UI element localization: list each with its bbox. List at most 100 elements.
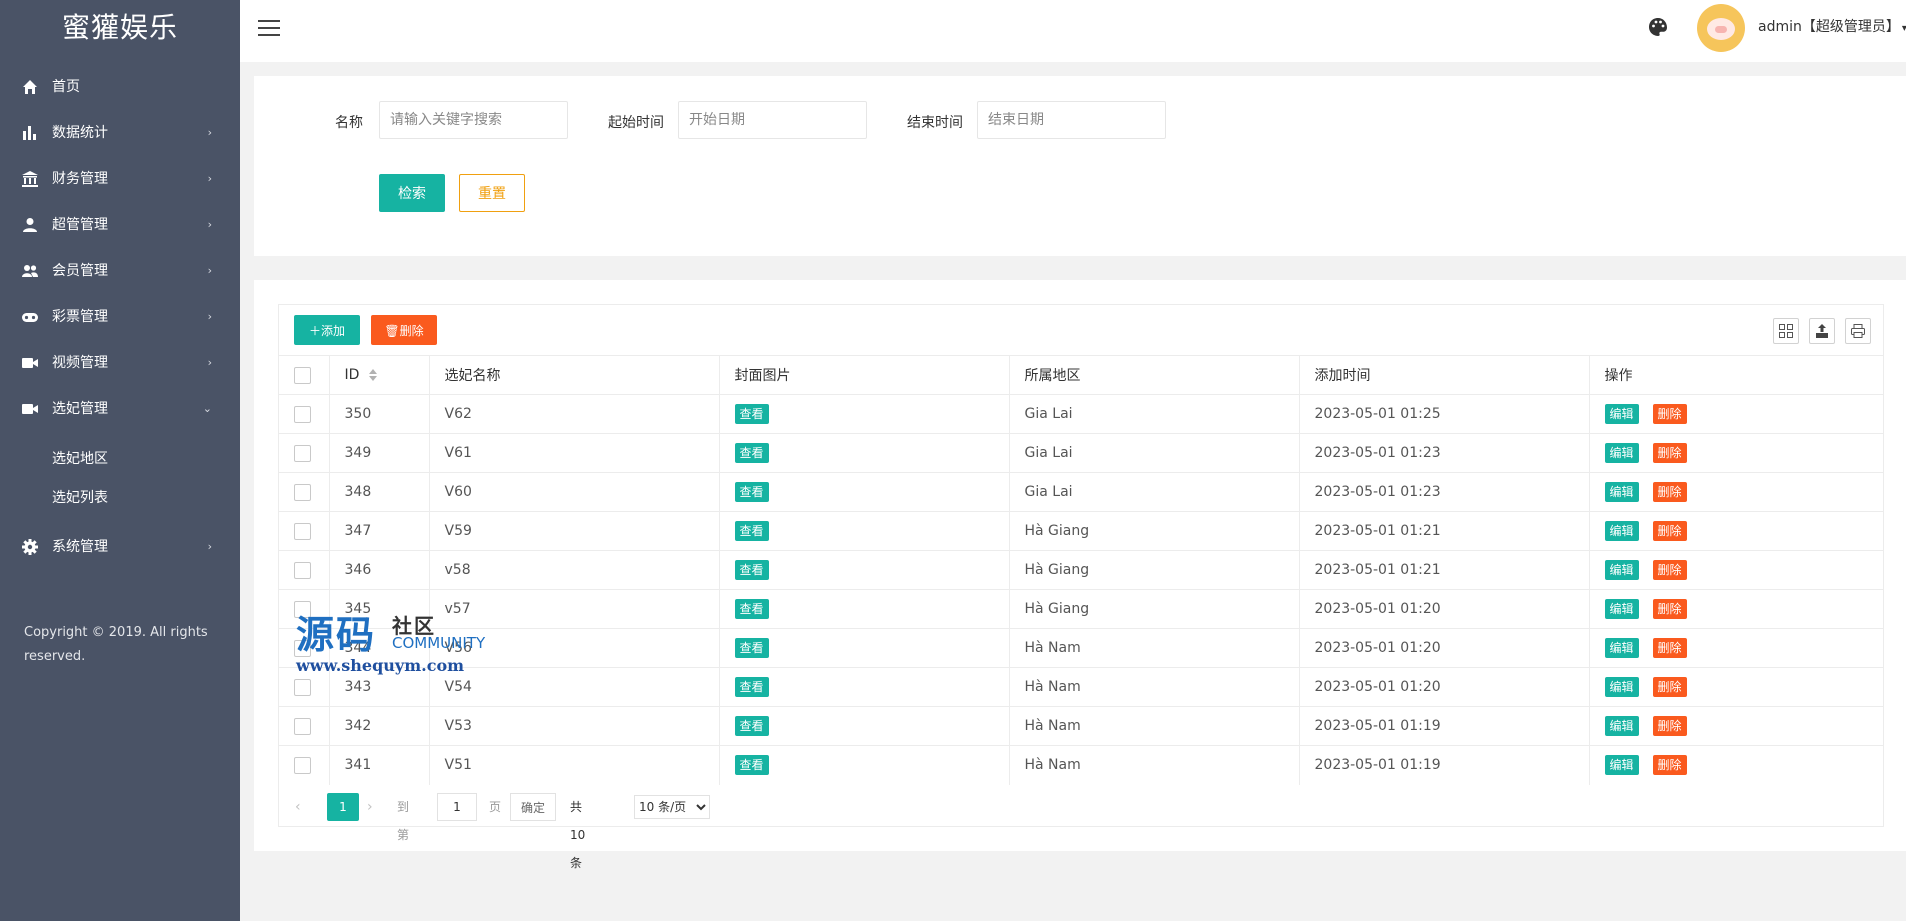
sidebar-item-videos[interactable]: 视频管理 ›	[0, 340, 240, 386]
delete-button[interactable]: 删除	[1652, 716, 1687, 736]
cell-name: V59	[429, 511, 720, 551]
row-checkbox[interactable]	[294, 756, 311, 774]
bar-chart-icon	[23, 126, 36, 140]
view-cover-button[interactable]: 查看	[734, 599, 769, 619]
copyright-text: Copyright © 2019. All rights reserved.	[24, 625, 208, 664]
view-cover-button[interactable]: 查看	[734, 521, 769, 541]
row-checkbox[interactable]	[294, 600, 311, 618]
row-checkbox[interactable]	[294, 717, 311, 735]
edit-button[interactable]: 编辑	[1604, 482, 1639, 502]
cell-name: V61	[429, 433, 720, 473]
row-checkbox[interactable]	[294, 522, 311, 540]
home-icon	[23, 80, 37, 94]
menu-toggle-icon[interactable]	[258, 20, 280, 38]
cell-id: 347	[329, 511, 430, 551]
row-checkbox[interactable]	[294, 405, 311, 423]
chevron-right-icon: ›	[207, 540, 212, 553]
palette-icon[interactable]	[1648, 17, 1668, 37]
edit-button[interactable]: 编辑	[1604, 560, 1639, 580]
edit-button[interactable]: 编辑	[1604, 521, 1639, 541]
user-name: admin【超级管理员】	[1758, 19, 1900, 35]
sort-icon[interactable]	[369, 369, 378, 381]
cell-region: Hà Nam	[1009, 706, 1300, 746]
edit-button[interactable]: 编辑	[1604, 716, 1639, 736]
goto-page-input[interactable]	[437, 793, 477, 821]
row-checkbox[interactable]	[294, 678, 311, 696]
view-cover-button[interactable]: 查看	[734, 716, 769, 736]
next-page-button[interactable]: ›	[367, 793, 373, 821]
sidebar-item-system[interactable]: 系统管理 ›	[0, 524, 240, 570]
start-date-input[interactable]	[678, 101, 867, 139]
end-date-input[interactable]	[977, 101, 1166, 139]
select-all-checkbox[interactable]	[294, 366, 311, 384]
cell-name: V62	[429, 394, 720, 434]
view-cover-button[interactable]: 查看	[734, 755, 769, 776]
table-row: 342 V53 查看 Hà Nam 2023-05-01 01:19 编辑 删除	[279, 706, 1883, 746]
cell-region: Hà Nam	[1009, 628, 1300, 668]
view-cover-button[interactable]: 查看	[734, 638, 769, 658]
batch-delete-button[interactable]: 🗑删除	[371, 315, 437, 345]
sidebar-item-lottery[interactable]: 彩票管理 ›	[0, 294, 240, 340]
row-checkbox[interactable]	[294, 483, 311, 501]
row-checkbox[interactable]	[294, 639, 311, 657]
sidebar-item-admins[interactable]: 超管管理 ›	[0, 202, 240, 248]
column-header-id[interactable]: ID	[329, 355, 430, 395]
view-cover-button[interactable]: 查看	[734, 443, 769, 463]
columns-filter-icon[interactable]	[1773, 318, 1799, 344]
cell-id: 345	[329, 589, 430, 629]
user-icon	[23, 218, 37, 232]
edit-button[interactable]: 编辑	[1604, 443, 1639, 463]
cell-id: 344	[329, 628, 430, 668]
edit-button[interactable]: 编辑	[1604, 599, 1639, 619]
edit-button[interactable]: 编辑	[1604, 404, 1639, 424]
view-cover-button[interactable]: 查看	[734, 677, 769, 697]
add-button[interactable]: ＋添加	[294, 315, 360, 345]
name-search-input[interactable]	[379, 101, 568, 139]
sidebar-item-label: 选妃管理	[52, 401, 108, 417]
sidebar: 蜜獾娱乐 首页 数据统计 › 财务管理 › 超管管理 › 会员管理 › 彩票管理…	[0, 0, 240, 921]
cell-id: 349	[329, 433, 430, 473]
edit-button[interactable]: 编辑	[1604, 755, 1639, 776]
sidebar-item-home[interactable]: 首页	[0, 64, 240, 110]
view-cover-button[interactable]: 查看	[734, 560, 769, 580]
search-button[interactable]: 检索	[379, 174, 445, 212]
export-icon[interactable]	[1809, 318, 1835, 344]
delete-button[interactable]: 删除	[1652, 560, 1687, 580]
view-cover-button[interactable]: 查看	[734, 404, 769, 424]
prev-page-button[interactable]: ‹	[295, 793, 301, 821]
sidebar-item-stats[interactable]: 数据统计 ›	[0, 110, 240, 156]
sidebar-item-finance[interactable]: 财务管理 ›	[0, 156, 240, 202]
user-menu[interactable]: admin【超级管理员】 ▾	[1758, 16, 1906, 36]
cell-time: 2023-05-01 01:19	[1299, 706, 1590, 746]
print-icon[interactable]	[1845, 318, 1871, 344]
cell-region: Hà Nam	[1009, 745, 1300, 785]
page-size-select[interactable]: 10 条/页	[634, 795, 710, 819]
cell-time: 2023-05-01 01:21	[1299, 511, 1590, 551]
reset-button[interactable]: 重置	[459, 174, 525, 212]
edit-button[interactable]: 编辑	[1604, 638, 1639, 658]
sidebar-subitem-region[interactable]: 选妃地区	[0, 440, 240, 479]
delete-button[interactable]: 删除	[1652, 482, 1687, 502]
avatar[interactable]	[1697, 4, 1745, 52]
delete-button[interactable]: 删除	[1652, 443, 1687, 463]
delete-button[interactable]: 删除	[1652, 677, 1687, 697]
delete-button[interactable]: 删除	[1652, 599, 1687, 619]
edit-button[interactable]: 编辑	[1604, 677, 1639, 697]
delete-button[interactable]: 删除	[1652, 404, 1687, 424]
table-row: 347 V59 查看 Hà Giang 2023-05-01 01:21 编辑 删除	[279, 511, 1883, 551]
delete-button[interactable]: 删除	[1652, 521, 1687, 541]
column-header-cover: 封面图片	[719, 355, 1010, 395]
view-cover-button[interactable]: 查看	[734, 482, 769, 502]
start-date-label: 起始时间	[608, 115, 664, 131]
sidebar-item-members[interactable]: 会员管理 ›	[0, 248, 240, 294]
row-checkbox[interactable]	[294, 561, 311, 579]
page-1-button[interactable]: 1	[327, 793, 359, 821]
sidebar-item-concubine[interactable]: 选妃管理 ⌄	[0, 386, 240, 432]
sidebar-item-label: 系统管理	[52, 539, 108, 555]
delete-button[interactable]: 删除	[1652, 638, 1687, 658]
sidebar-subitem-list[interactable]: 选妃列表	[0, 479, 240, 518]
row-checkbox[interactable]	[294, 444, 311, 462]
table-row: 350 V62 查看 Gia Lai 2023-05-01 01:25 编辑 删除	[279, 394, 1883, 434]
delete-button[interactable]: 删除	[1652, 755, 1687, 776]
goto-confirm-button[interactable]: 确定	[510, 793, 556, 821]
